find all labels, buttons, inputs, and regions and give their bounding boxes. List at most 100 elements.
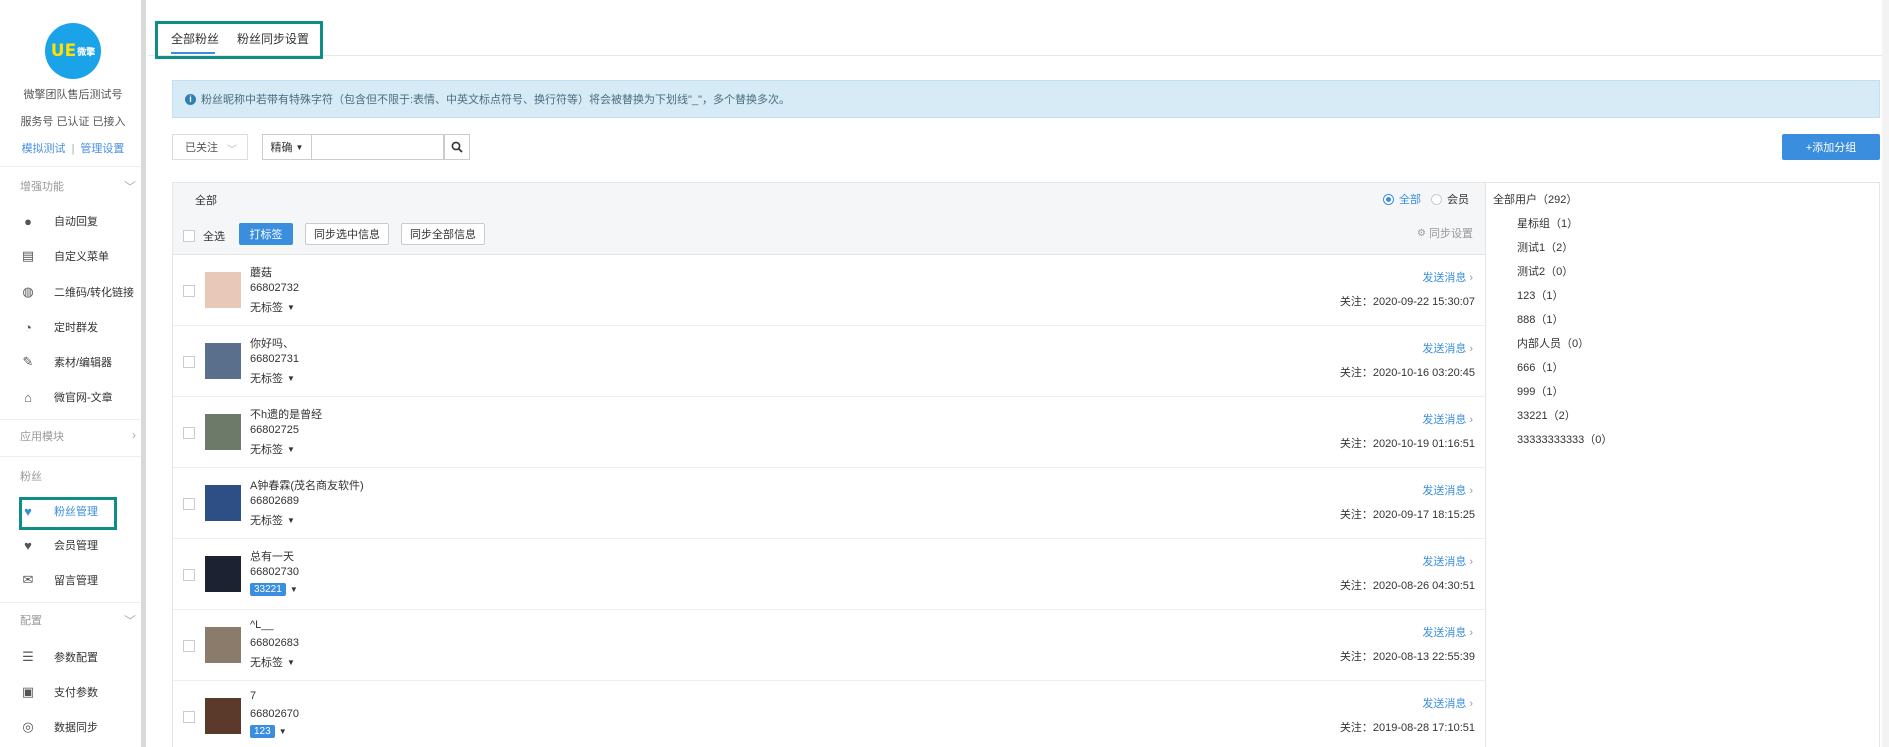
send-message-link[interactable]: 发送消息 › xyxy=(1422,411,1473,427)
table-row: ^L__ 66802683 无标签 ▼ 发送消息 › 关注：2020-08-13 2… xyxy=(173,610,1485,681)
account-name: 微擎团队售后测试号 xyxy=(23,89,123,101)
row-checkbox[interactable] xyxy=(183,356,195,368)
group-item[interactable]: 666（1） xyxy=(1517,359,1563,375)
sidebar-item-auto-reply[interactable]: ● 自动回复 xyxy=(20,208,138,234)
send-message-label: 发送消息 xyxy=(1422,272,1467,284)
sidebar-item-message-management[interactable]: ✉ 留言管理 xyxy=(20,567,138,593)
wallet-icon: ▣ xyxy=(21,684,35,699)
row-checkbox[interactable] xyxy=(183,427,195,439)
send-message-label: 发送消息 xyxy=(1422,485,1467,497)
match-mode-dropdown[interactable]: 精确 ▼ xyxy=(262,134,312,160)
send-message-link[interactable]: 发送消息 › xyxy=(1422,624,1473,640)
qrcode-icon: ◍ xyxy=(22,284,34,299)
manage-settings-link[interactable]: 管理设置 xyxy=(80,143,124,155)
section-enhanced[interactable]: 增强功能 ﹀ xyxy=(20,178,140,198)
tag-dropdown[interactable]: 无标签 ▼ xyxy=(250,370,295,386)
send-message-label: 发送消息 xyxy=(1422,414,1467,426)
tag-dropdown[interactable]: 无标签 ▼ xyxy=(250,299,295,315)
sidebar-item-label: 数据同步 xyxy=(54,722,98,734)
section-config[interactable]: 配置 ﹀ xyxy=(20,612,140,632)
chevron-right-icon: › xyxy=(1469,272,1473,284)
send-message-link[interactable]: 发送消息 › xyxy=(1422,695,1473,711)
tag-label: 无标签 xyxy=(250,373,283,385)
sync-all-button[interactable]: 同步全部信息 xyxy=(401,223,485,245)
sidebar-item-payment-params[interactable]: ▣ 支付参数 xyxy=(20,679,138,705)
section-divider xyxy=(0,456,141,457)
sidebar-item-member-management[interactable]: ♥ 会员管理 xyxy=(20,532,138,558)
row-checkbox[interactable] xyxy=(183,711,195,723)
sidebar-item-label: 自定义菜单 xyxy=(54,251,109,263)
group-item[interactable]: 测试1（2） xyxy=(1517,239,1573,255)
tab-bar xyxy=(148,0,1889,56)
chevron-right-icon: › xyxy=(1469,485,1473,497)
sync-selected-button[interactable]: 同步选中信息 xyxy=(305,223,389,245)
group-item[interactable]: 内部人员（0） xyxy=(1517,335,1589,351)
simulate-test-link[interactable]: 模拟测试 xyxy=(22,143,66,155)
radio-button[interactable] xyxy=(1383,193,1394,205)
caret-down-icon: ▼ xyxy=(289,585,298,594)
sidebar-item-custom-menu[interactable]: ▤ 自定义菜单 xyxy=(20,243,138,269)
table-row: 不h遗的是曾经 66802725 无标签 ▼ 发送消息 › 关注：2020-10-1… xyxy=(173,397,1485,468)
group-item[interactable]: 888（1） xyxy=(1517,311,1563,327)
logo-subtext: 微擎 xyxy=(77,47,96,58)
sidebar-item-parameter-config[interactable]: ☰ 参数配置 xyxy=(20,644,138,670)
tag-button[interactable]: 打标签 xyxy=(239,223,293,245)
sidebar-item-label: 微官网-文章 xyxy=(54,392,113,404)
row-checkbox[interactable] xyxy=(183,285,195,297)
logo-text: UE xyxy=(50,41,77,61)
sync-settings-link[interactable]: ⚙ 同步设置 xyxy=(1417,225,1473,241)
radio-button[interactable] xyxy=(1431,193,1442,205)
table-row: 蘑菇 66802732 无标签 ▼ 发送消息 › 关注：2020-09-22 15:… xyxy=(173,255,1485,326)
radio-label: 会员 xyxy=(1447,194,1469,206)
section-fans[interactable]: 粉丝 xyxy=(20,468,140,488)
tag-dropdown[interactable]: 123 ▼ xyxy=(250,725,287,738)
search-input[interactable] xyxy=(312,134,444,160)
annotation-highlight-tabs xyxy=(155,21,323,59)
chevron-down-icon: ﹀ xyxy=(123,180,136,194)
tag-dropdown[interactable]: 33221 ▼ xyxy=(250,583,298,596)
radio-members[interactable]: 会员 xyxy=(1431,191,1469,207)
select-all-checkbox[interactable]: 全选 xyxy=(183,228,225,244)
send-message-link[interactable]: 发送消息 › xyxy=(1422,482,1473,498)
section-app-modules[interactable]: 应用模块 › xyxy=(20,428,140,448)
checkbox[interactable] xyxy=(183,230,195,242)
sidebar-item-scheduled-send[interactable]: ◔ 定时群发 xyxy=(20,314,138,340)
send-message-link[interactable]: 发送消息 › xyxy=(1422,553,1473,569)
tag-dropdown[interactable]: 无标签 ▼ xyxy=(250,654,295,670)
row-checkbox[interactable] xyxy=(183,569,195,581)
section-title: 增强功能 xyxy=(20,181,64,193)
group-item[interactable]: 123（1） xyxy=(1517,287,1563,303)
sidebar: UE 微擎 微擎团队售后测试号 服务号 已认证 已接入 模拟测试 | 管理设置 增强… xyxy=(0,0,146,747)
sidebar-scrollbar[interactable] xyxy=(141,0,146,747)
gear-icon: ⚙ xyxy=(1417,227,1426,239)
sidebar-item-label: 定时群发 xyxy=(54,322,98,334)
search-button[interactable] xyxy=(444,134,470,160)
follow-status-select[interactable]: 已关注 ﹀ xyxy=(172,134,248,160)
tag-dropdown[interactable]: 无标签 ▼ xyxy=(250,441,295,457)
row-checkbox[interactable] xyxy=(183,640,195,652)
row-checkbox[interactable] xyxy=(183,498,195,510)
group-item[interactable]: 测试2（0） xyxy=(1517,263,1573,279)
send-message-link[interactable]: 发送消息 › xyxy=(1422,340,1473,356)
group-item-all[interactable]: 全部用户（292） xyxy=(1493,191,1577,207)
radio-all[interactable]: 全部 xyxy=(1383,191,1421,207)
sidebar-item-microsite-article[interactable]: ⌂ 微官网-文章 xyxy=(20,384,138,410)
group-item[interactable]: 999（1） xyxy=(1517,383,1563,399)
group-item[interactable]: 33221（2） xyxy=(1517,407,1576,423)
sidebar-item-qrcode[interactable]: ◍ 二维码/转化链接 xyxy=(20,279,138,305)
send-message-link[interactable]: 发送消息 › xyxy=(1422,269,1473,285)
follow-time: 关注：2020-08-13 22:55:39 xyxy=(1339,651,1475,663)
sidebar-item-material-editor[interactable]: ✎ 素材/编辑器 xyxy=(20,349,138,375)
sidebar-item-data-sync[interactable]: ◎ 数据同步 xyxy=(20,714,138,740)
group-item[interactable]: 星标组（1） xyxy=(1517,215,1578,231)
page-scrollbar[interactable] xyxy=(1882,0,1889,747)
group-item[interactable]: 33333333333（0） xyxy=(1517,431,1612,447)
follow-time: 关注：2020-09-17 18:15:25 xyxy=(1339,509,1475,521)
tag-badge: 123 xyxy=(250,725,275,738)
tag-dropdown[interactable]: 无标签 ▼ xyxy=(250,512,295,528)
fan-type-radio-group: 全部 会员 xyxy=(1373,191,1469,207)
avatar xyxy=(205,343,241,379)
table-row: 7 66802670 123 ▼ 发送消息 › 关注：2019-08-28 17:1… xyxy=(173,681,1485,747)
match-mode-label: 精确 xyxy=(270,142,293,154)
add-group-button[interactable]: +添加分组 xyxy=(1782,134,1880,160)
